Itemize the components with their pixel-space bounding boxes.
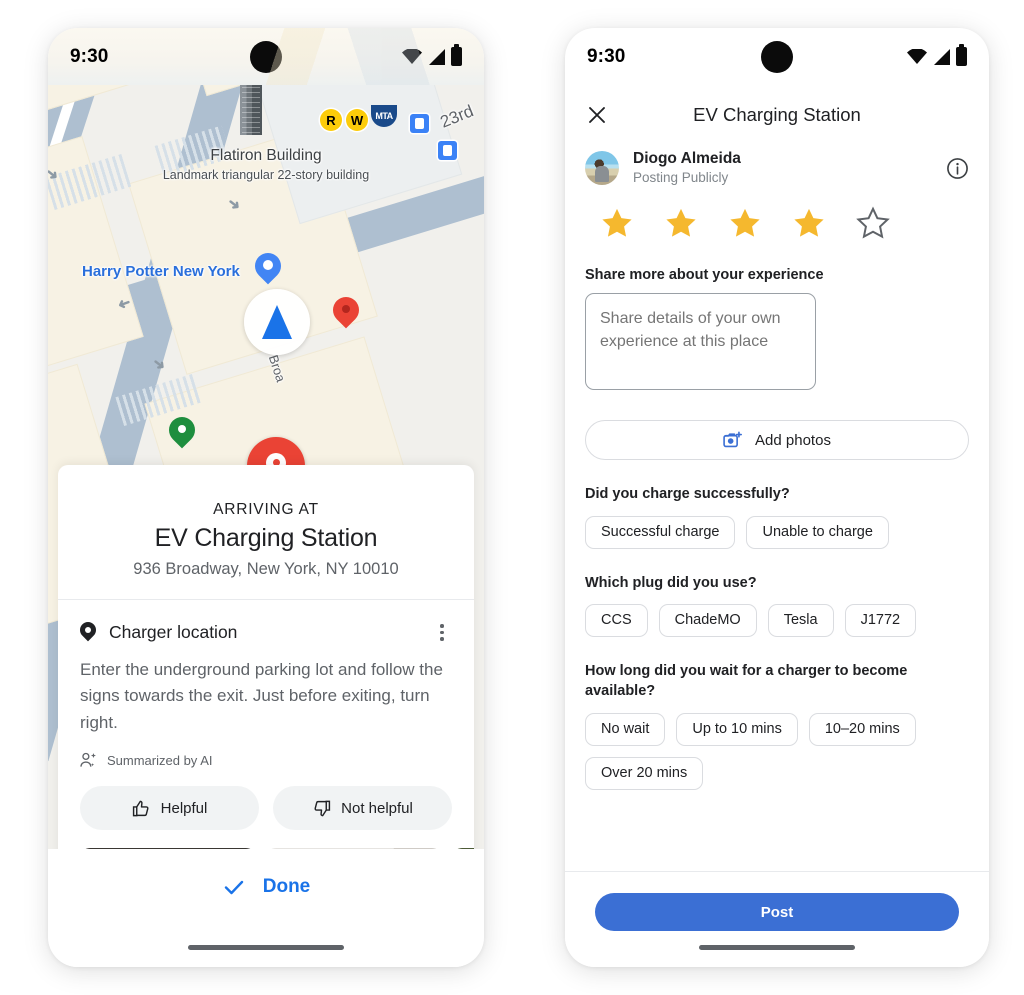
- thumb-down-icon: [314, 800, 331, 816]
- done-button[interactable]: Done: [222, 875, 311, 899]
- more-options-icon[interactable]: [432, 623, 452, 643]
- close-icon[interactable]: [585, 103, 609, 127]
- screenshot-stage: 9:30 ➜ ➜ ➜ ➜ Flatiron Building Landmark …: [0, 0, 1024, 995]
- battery-icon: [451, 44, 462, 66]
- charger-location-header: Charger location: [58, 600, 474, 643]
- not-helpful-button[interactable]: Not helpful: [273, 786, 452, 831]
- place-address: 936 Broadway, New York, NY 10010: [133, 560, 399, 578]
- wifi-icon: [402, 49, 422, 64]
- harry-potter-pin[interactable]: [249, 247, 287, 287]
- chip-10-20-mins[interactable]: 10–20 mins: [808, 712, 916, 746]
- chip-chademo[interactable]: ChadeMO: [658, 603, 757, 637]
- add-photos-label: Add photos: [755, 431, 831, 449]
- star-3[interactable]: [713, 201, 777, 245]
- subway-badge-w[interactable]: W: [346, 109, 368, 131]
- flatiron-building-icon: [240, 85, 262, 135]
- chip-successful-charge[interactable]: Successful charge: [585, 515, 736, 549]
- star-5[interactable]: [841, 201, 905, 245]
- status-icons: [402, 44, 462, 66]
- add-photos-button[interactable]: Add photos: [585, 420, 969, 461]
- footer-divider: [565, 871, 989, 872]
- check-icon: [224, 880, 243, 895]
- question-2-label: Which plug did you use?: [585, 574, 757, 591]
- star-1[interactable]: [585, 201, 649, 245]
- status-bar-left: 9:30: [48, 28, 484, 85]
- user-name: Diogo Almeida: [633, 150, 741, 167]
- helpful-label: Helpful: [160, 799, 208, 817]
- green-place-pin[interactable]: [163, 411, 201, 451]
- user-text-block: Diogo Almeida Posting Publicly: [633, 149, 741, 187]
- battery-icon: [956, 44, 967, 66]
- phone-right-review-form: 9:30 EV Charging Station Diogo Almeida P…: [565, 28, 989, 967]
- chip-unable-to-charge[interactable]: Unable to charge: [746, 515, 889, 549]
- camera-punch-hole: [761, 41, 793, 73]
- review-form-header: EV Charging Station: [565, 85, 989, 141]
- chip-tesla[interactable]: Tesla: [767, 603, 834, 637]
- user-identity-row: Diogo Almeida Posting Publicly: [565, 141, 989, 187]
- post-action-bar: Post: [565, 893, 989, 931]
- chip-no-wait[interactable]: No wait: [585, 712, 666, 746]
- rating-stars: [565, 187, 989, 245]
- experience-input[interactable]: [585, 293, 816, 391]
- question-1-options: Successful charge Unable to charge: [565, 505, 989, 549]
- chip-over-20-mins[interactable]: Over 20 mins: [585, 756, 704, 790]
- place-title: EV Charging Station: [154, 524, 378, 552]
- thumb-up-icon: [132, 800, 149, 816]
- ai-summary-label: Summarized by AI: [107, 752, 213, 768]
- status-bar-right: 9:30: [565, 28, 989, 85]
- status-icons: [907, 44, 967, 66]
- question-3-label: How long did you wait for a charger to b…: [585, 662, 908, 700]
- signal-icon: [429, 48, 445, 65]
- feedback-buttons: Helpful Not helpful: [58, 768, 474, 831]
- home-indicator[interactable]: [699, 945, 855, 950]
- navigation-position-puck: [244, 289, 310, 355]
- done-label: Done: [262, 876, 311, 897]
- question-3-options: No wait Up to 10 mins 10–20 mins Over 20…: [565, 702, 989, 790]
- camera-punch-hole: [250, 41, 282, 73]
- charger-location-heading: Charger location: [109, 622, 238, 642]
- posting-visibility: Posting Publicly: [633, 170, 729, 186]
- avatar[interactable]: [585, 151, 619, 186]
- arriving-kicker: ARRIVING AT: [213, 501, 319, 518]
- phone-left-navigation: 9:30 ➜ ➜ ➜ ➜ Flatiron Building Landmark …: [48, 28, 484, 967]
- star-2[interactable]: [649, 201, 713, 245]
- bus-stop-icon[interactable]: [438, 141, 457, 160]
- star-4[interactable]: [777, 201, 841, 245]
- charger-description: Enter the underground parking lot and fo…: [80, 660, 443, 732]
- chip-j1772[interactable]: J1772: [844, 603, 917, 637]
- red-place-pin[interactable]: [327, 291, 365, 331]
- ai-summary-note: Summarized by AI: [58, 736, 474, 768]
- navigation-arrow-icon: [262, 305, 292, 339]
- location-pin-icon: [80, 622, 96, 643]
- page-title: EV Charging Station: [693, 104, 861, 125]
- not-helpful-label: Not helpful: [341, 799, 413, 817]
- bus-stop-icon[interactable]: [410, 114, 429, 133]
- subway-badge-r[interactable]: R: [320, 109, 342, 131]
- chip-ccs[interactable]: CCS: [585, 603, 648, 637]
- status-time: 9:30: [70, 45, 109, 67]
- arrival-header: ARRIVING AT EV Charging Station 936 Broa…: [58, 465, 474, 599]
- info-icon[interactable]: [946, 157, 969, 180]
- chip-up-to-10-mins[interactable]: Up to 10 mins: [676, 712, 798, 746]
- review-form-body: EV Charging Station Diogo Almeida Postin…: [565, 85, 989, 967]
- camera-plus-icon: [723, 431, 743, 448]
- home-indicator[interactable]: [188, 945, 344, 950]
- ai-people-icon: [80, 752, 96, 767]
- question-2-options: CCS ChadeMO Tesla J1772: [565, 593, 989, 637]
- post-button[interactable]: Post: [595, 893, 959, 931]
- question-1-label: Did you charge successfully?: [585, 486, 790, 503]
- experience-label: Share more about your experience: [585, 267, 824, 284]
- signal-icon: [934, 48, 950, 65]
- wifi-icon: [907, 49, 927, 64]
- status-time: 9:30: [587, 45, 626, 67]
- helpful-button[interactable]: Helpful: [80, 786, 259, 831]
